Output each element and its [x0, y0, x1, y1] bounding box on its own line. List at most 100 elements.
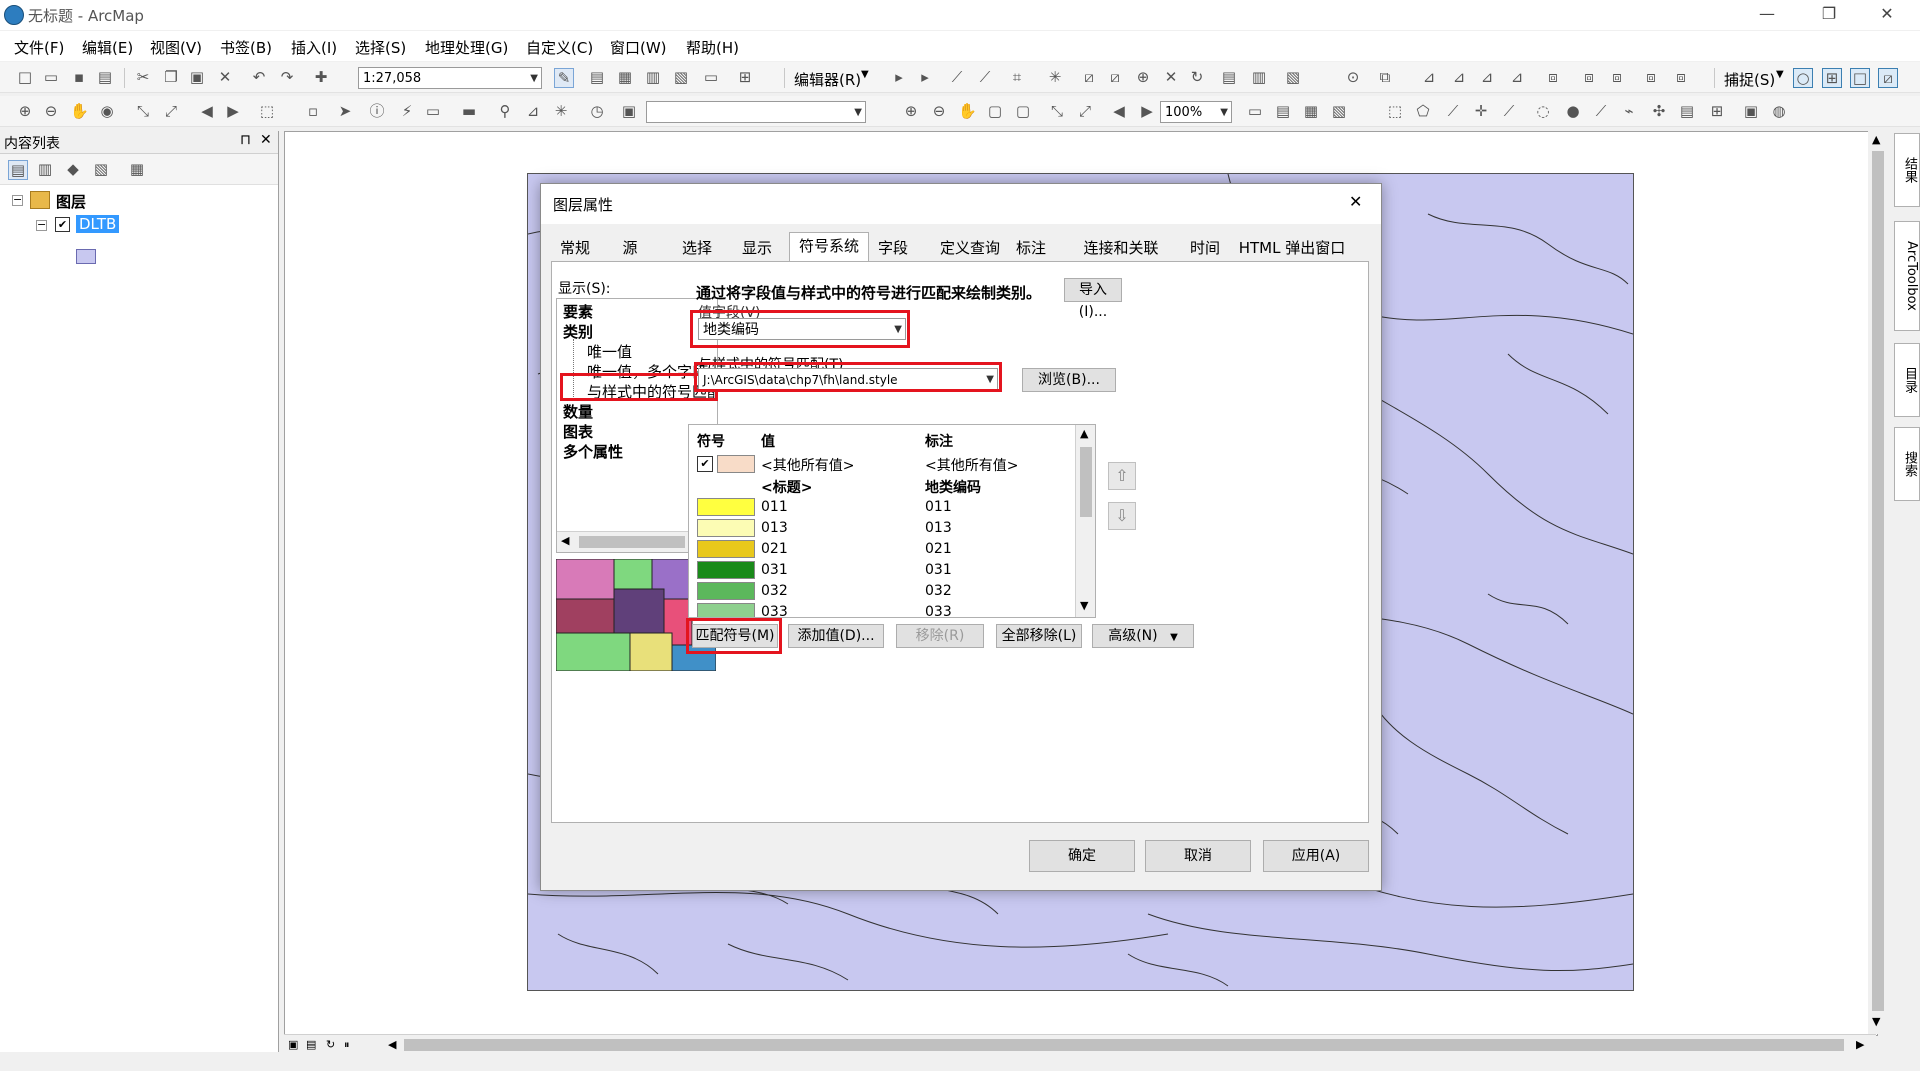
search-window-icon[interactable]: ▥ [644, 68, 662, 86]
attributes-icon[interactable]: ▤ [1220, 68, 1238, 86]
change-layout-icon[interactable]: ▦ [1302, 102, 1320, 120]
sketch-properties-icon[interactable]: ▥ [1250, 68, 1268, 86]
draw-freehand-icon[interactable]: ⌁ [1620, 102, 1638, 120]
draw-ellipse-icon[interactable]: ● [1564, 102, 1582, 120]
full-extent-icon[interactable]: ◉ [98, 102, 116, 120]
layout-zoom-out-icon[interactable]: ⊖ [930, 102, 948, 120]
paste-icon[interactable]: ▣ [188, 68, 206, 86]
add-values-button[interactable]: 添加值(D)... [788, 624, 884, 648]
editor-menu[interactable]: 编辑器(R) [794, 69, 861, 90]
layout-zoom-combo[interactable]: 100% ▼ [1160, 101, 1232, 123]
hyperlink-icon[interactable]: ⚡ [398, 102, 416, 120]
remove-button[interactable]: 移除(R) [896, 624, 984, 648]
find-route-icon[interactable]: ⊿ [524, 102, 542, 120]
scroll-left-icon[interactable]: ◀ [388, 1038, 396, 1051]
layout-view-icon[interactable]: ▤ [306, 1038, 316, 1051]
catalog-dock-tab[interactable]: 目录 [1894, 343, 1920, 417]
symbol-swatch-011[interactable] [697, 498, 755, 516]
tree-unique-values[interactable]: 唯一值 [587, 341, 632, 362]
save-icon[interactable]: ▪ [70, 68, 88, 86]
column-header-symbol[interactable]: 符号 [697, 431, 725, 451]
apply-button[interactable]: 应用(A) [1263, 840, 1369, 872]
table-row[interactable]: 021 021 18 [689, 539, 1095, 560]
symbol-swatch-033[interactable] [697, 603, 755, 617]
table-row-other-values[interactable]: ✔ <其他所有值> <其他所有值> 27 [689, 453, 1095, 475]
tab-labels[interactable]: 标注 [1009, 235, 1053, 261]
spatial-adjust-icon[interactable]: ⊿ [1420, 68, 1438, 86]
list-by-drawing-order-icon[interactable]: ▤ [8, 160, 28, 180]
point-snapping-icon[interactable]: ○ [1793, 68, 1813, 88]
minimize-button[interactable]: — [1744, 0, 1790, 30]
go-back-icon[interactable]: ◀ [198, 102, 216, 120]
focus-data-frame-icon[interactable]: ▤ [1274, 102, 1292, 120]
table-row-heading[interactable]: <标题> 地类编码 1309 [689, 475, 1095, 497]
geodatabase-history-icon[interactable]: ⧈ [1642, 68, 1660, 86]
tab-display[interactable]: 显示 [735, 235, 779, 261]
pan-icon[interactable]: ✋ [70, 102, 89, 120]
table-row[interactable]: 032 032 14 [689, 581, 1095, 602]
draw-line-icon[interactable]: ⟋ [1444, 102, 1462, 120]
toggle-draft-icon[interactable]: ▭ [1246, 102, 1264, 120]
layer-combo[interactable]: ▼ [646, 101, 866, 123]
table-row[interactable]: 011 011 159 [689, 497, 1095, 518]
menu-file[interactable]: 文件(F) [14, 37, 64, 58]
layers-root-label[interactable]: 图层 [56, 191, 86, 212]
scroll-left-icon[interactable]: ◀ [561, 534, 569, 547]
results-dock-tab[interactable]: 结果 [1894, 133, 1920, 207]
layer-name-dltb[interactable]: DLTB [76, 215, 120, 233]
column-header-label[interactable]: 标注 [925, 431, 953, 451]
table-row[interactable]: 033 033 248 [689, 602, 1095, 617]
edit-annotation-icon[interactable]: ▸ [916, 68, 934, 86]
dimension-icon[interactable]: ⧈ [1672, 68, 1690, 86]
print-icon[interactable]: ▤ [96, 68, 114, 86]
scroll-right-icon[interactable]: ▶ [1856, 1038, 1864, 1051]
close-toc-icon[interactable]: ✕ [260, 132, 272, 148]
map-horizontal-scrollbar[interactable]: ▣ ▤ ↻ ⏸ ◀ ▶ [284, 1034, 1876, 1055]
catalog-icon[interactable]: ▦ [616, 68, 634, 86]
editor-toolbar-icon[interactable]: ✎ [554, 68, 574, 88]
scroll-down-icon[interactable]: ▼ [1080, 599, 1088, 612]
pause-drawing-icon[interactable]: ⏸ [344, 1038, 350, 1052]
draw-circle-icon[interactable]: ◌ [1534, 102, 1552, 120]
data-driven-pages-icon[interactable]: ▧ [1330, 102, 1348, 120]
select-features-icon[interactable]: ⬚ [258, 102, 276, 120]
menu-customize[interactable]: 自定义(C) [526, 37, 593, 58]
straight-segment-icon[interactable]: ⟋ [948, 68, 966, 86]
table-vscrollbar[interactable]: ▲ ▼ [1075, 425, 1095, 617]
create-viewer-icon[interactable]: ▣ [620, 102, 638, 120]
remove-all-button[interactable]: 全部移除(L) [996, 624, 1082, 648]
close-window-button[interactable]: ✕ [1864, 0, 1910, 30]
import-button[interactable]: 导入(I)... [1064, 278, 1122, 320]
menu-view[interactable]: 视图(V) [150, 37, 202, 58]
tree-scroll-thumb[interactable] [579, 536, 685, 548]
menu-bookmarks[interactable]: 书签(B) [220, 37, 272, 58]
table-row[interactable]: 013 013 352 [689, 518, 1095, 539]
dialog-close-icon[interactable]: ✕ [1349, 192, 1362, 211]
draw-polyline-icon[interactable]: ⊞ [1708, 102, 1726, 120]
draw-rectangle-icon[interactable]: ⬚ [1386, 102, 1404, 120]
advanced-edit-icon[interactable]: ⧈ [1544, 68, 1562, 86]
layout-forward-icon[interactable]: ▶ [1138, 102, 1156, 120]
parcel-editor-icon[interactable]: ⧈ [1580, 68, 1598, 86]
new-document-icon[interactable]: □ [16, 68, 34, 86]
tab-source[interactable]: 源 [615, 235, 645, 261]
zoom-in-icon[interactable]: ⊕ [16, 102, 34, 120]
cancel-button[interactable]: 取消 [1145, 840, 1251, 872]
draw-text-icon[interactable]: ⟋ [1500, 102, 1518, 120]
menu-insert[interactable]: 插入(I) [291, 37, 337, 58]
map-scale-combo[interactable]: 1:27,058 ▼ [358, 67, 542, 89]
edit-tool-icon[interactable]: ▸ [890, 68, 908, 86]
map-vertical-scrollbar[interactable]: ▲ ▼ [1868, 131, 1888, 1034]
draw-polygon-icon[interactable]: ⬠ [1414, 102, 1432, 120]
html-popup-icon[interactable]: ▭ [424, 102, 442, 120]
end-point-arc-icon[interactable]: ⟋ [976, 68, 994, 86]
zoom-out-icon[interactable]: ⊖ [42, 102, 60, 120]
draw-marker-icon[interactable]: ✣ [1650, 102, 1668, 120]
tab-selection[interactable]: 选择 [675, 235, 719, 261]
model-builder-icon[interactable]: ⊞ [736, 68, 754, 86]
go-forward-icon[interactable]: ▶ [224, 102, 242, 120]
symbol-swatch-013[interactable] [697, 519, 755, 537]
layout-pan-icon[interactable]: ✋ [958, 102, 977, 120]
spatial-adjust-link-icon[interactable]: ⊿ [1450, 68, 1468, 86]
arctoolbox-dock-tab[interactable]: ArcToolbox [1894, 221, 1920, 331]
